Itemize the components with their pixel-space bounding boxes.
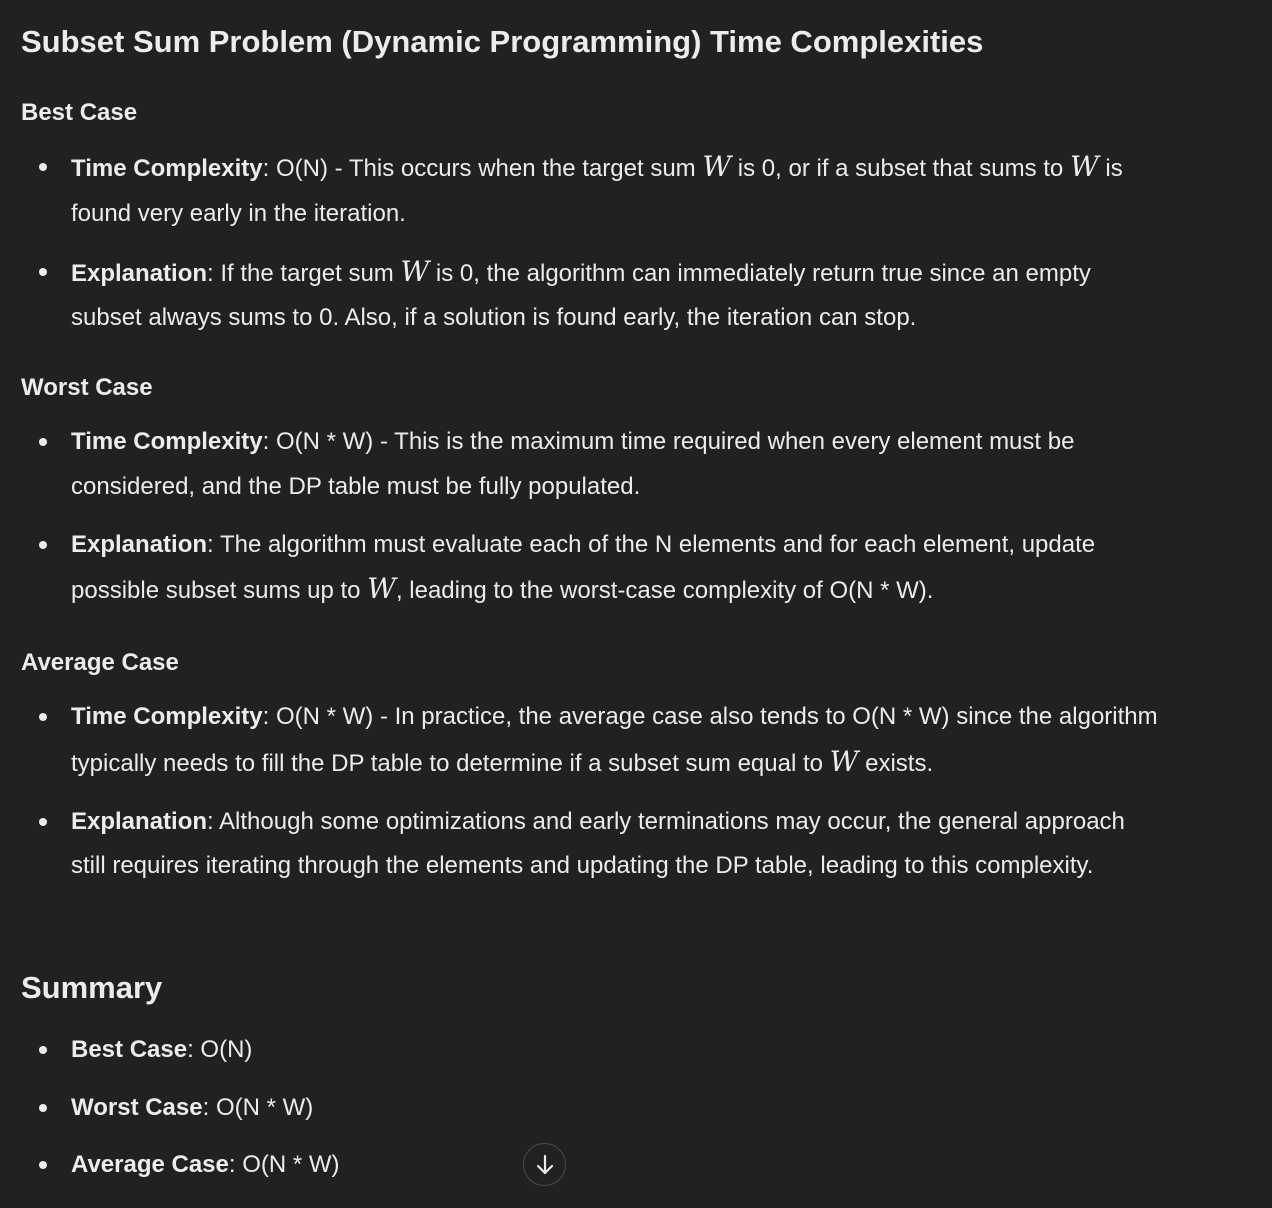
math-variable: W [400, 254, 430, 288]
item-label: Time Complexity [71, 703, 263, 730]
section-heading-worst-case: Worst Case [21, 374, 153, 401]
item-text: is 0, or if a subset that sums to [731, 155, 1070, 182]
item-text: If the target sum [220, 259, 401, 287]
item-separator: : [262, 428, 276, 455]
worst-case-list: Time Complexity: O(N * W) - This is the … [21, 420, 1221, 627]
list-item: Time Complexity: O(N) - This occurs when… [21, 145, 1161, 236]
item-value: O(N * W) [242, 1151, 340, 1178]
item-text: Although some optimizations and early te… [71, 807, 1125, 880]
item-separator: : [187, 1036, 201, 1063]
math-variable: W [829, 744, 859, 778]
item-separator: : [202, 1093, 216, 1121]
section-heading-average-case: Average Case [21, 649, 179, 676]
item-label: Best Case [71, 1036, 188, 1063]
list-item: Worst Case: O(N * W) [21, 1086, 1161, 1131]
list-item: Explanation: Although some optimizations… [21, 800, 1161, 889]
average-case-list: Time Complexity: O(N * W) - In practice,… [21, 695, 1221, 902]
math-variable: W [702, 150, 732, 183]
item-separator: : [207, 530, 220, 558]
summary-list: Best Case: O(N) Worst Case: O(N * W) Ave… [21, 1028, 1221, 1201]
list-item: Best Case: O(N) [21, 1028, 1161, 1073]
list-item: Explanation: The algorithm must evaluate… [21, 523, 1161, 614]
item-label: Explanation [71, 530, 208, 558]
item-separator: : [262, 703, 276, 730]
item-text: O(N) - This occurs when the target sum [275, 155, 703, 182]
best-case-list: Time Complexity: O(N) - This occurs when… [21, 145, 1221, 354]
item-separator: : [207, 259, 221, 287]
summary-heading: Summary [21, 970, 163, 1005]
item-separator: : [207, 807, 220, 835]
arrow-down-icon [536, 1154, 553, 1174]
item-label: Worst Case [71, 1093, 203, 1121]
section-heading-best-case: Best Case [21, 99, 138, 126]
page-title: Subset Sum Problem (Dynamic Programming)… [21, 24, 984, 59]
item-text: exists. [858, 749, 934, 777]
list-item: Average Case: O(N * W) [21, 1143, 1161, 1188]
item-text: , leading to the worst-case complexity o… [395, 577, 934, 604]
item-value: O(N) [200, 1036, 253, 1063]
math-variable: W [1069, 150, 1099, 183]
item-label: Explanation [71, 259, 208, 287]
item-separator: : [228, 1151, 243, 1178]
item-separator: : [262, 155, 276, 182]
item-label: Time Complexity [71, 428, 263, 455]
item-label: Explanation [71, 807, 208, 835]
list-item: Time Complexity: O(N * W) - In practice,… [21, 695, 1161, 786]
list-item: Time Complexity: O(N * W) - This is the … [21, 420, 1161, 509]
item-value: O(N * W) [215, 1093, 314, 1121]
item-label: Time Complexity [71, 155, 263, 182]
scroll-to-bottom-button[interactable] [523, 1143, 566, 1186]
item-label: Average Case [71, 1151, 229, 1178]
math-variable: W [367, 572, 396, 605]
list-item: Explanation: If the target sum W is 0, t… [21, 250, 1161, 341]
